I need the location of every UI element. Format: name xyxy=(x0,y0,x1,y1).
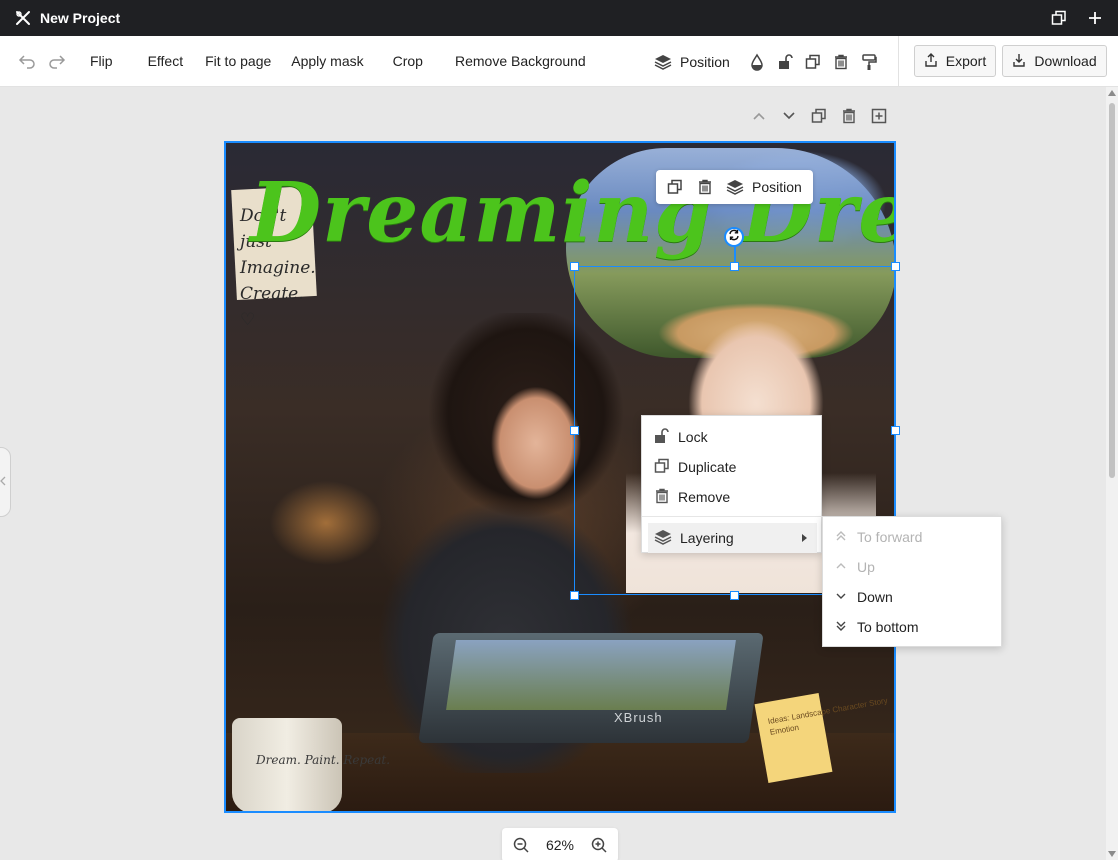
double-chevron-up-icon xyxy=(835,529,847,545)
resize-handle-right[interactable] xyxy=(891,426,900,435)
floating-toolbar: Position xyxy=(656,170,813,204)
format-painter-icon[interactable] xyxy=(860,53,878,71)
side-panel-toggle[interactable] xyxy=(0,447,11,517)
remove-background-button[interactable]: Remove Background xyxy=(455,53,586,69)
duplicate-window-icon[interactable] xyxy=(1050,9,1068,27)
scroll-down-arrow-icon[interactable] xyxy=(1108,851,1116,857)
export-button[interactable]: Export xyxy=(914,45,996,77)
toolbar-separator xyxy=(898,36,899,87)
zoom-out-icon[interactable] xyxy=(512,836,530,854)
add-page-icon[interactable] xyxy=(870,107,888,125)
resize-handle-bottom-left[interactable] xyxy=(570,591,579,600)
resize-handle-bottom[interactable] xyxy=(730,591,739,600)
opacity-icon[interactable] xyxy=(748,53,766,71)
zoom-in-icon[interactable] xyxy=(590,836,608,854)
title-bar: New Project xyxy=(0,0,1118,36)
layers-icon[interactable] xyxy=(654,53,672,71)
trash-icon[interactable] xyxy=(696,178,714,196)
download-label: Download xyxy=(1034,53,1097,69)
chevron-up-icon xyxy=(835,559,847,575)
undo-icon[interactable] xyxy=(18,52,36,70)
project-title: New Project xyxy=(40,10,121,26)
effect-button[interactable]: Effect xyxy=(148,53,184,69)
context-menu: Lock Duplicate Remove Layering xyxy=(641,415,823,553)
resize-handle-top-left[interactable] xyxy=(570,262,579,271)
export-icon xyxy=(924,52,938,70)
canvas-tools xyxy=(750,107,888,125)
menu-separator xyxy=(642,516,823,517)
tools-icon xyxy=(14,9,32,27)
duplicate-page-icon[interactable] xyxy=(810,107,828,125)
rotate-handle[interactable] xyxy=(724,227,744,247)
menu-item-layering[interactable]: Layering xyxy=(648,523,817,553)
download-icon xyxy=(1012,53,1026,70)
submenu-arrow-icon xyxy=(802,534,807,542)
layering-submenu: To forward Up Down To bottom xyxy=(822,516,1002,647)
vertical-scrollbar[interactable] xyxy=(1106,87,1118,860)
trash-icon xyxy=(654,488,670,507)
position-button[interactable]: Position xyxy=(752,179,802,195)
mug-text: Dream. Paint. Repeat. xyxy=(256,753,391,767)
submenu-item-label: To forward xyxy=(857,529,923,545)
menu-item-remove[interactable]: Remove xyxy=(642,482,823,512)
crop-button[interactable]: Crop xyxy=(393,53,423,69)
duplicate-icon xyxy=(654,458,670,477)
plus-icon[interactable] xyxy=(1086,9,1104,27)
menu-item-lock[interactable]: Lock xyxy=(642,422,823,452)
apply-mask-button[interactable]: Apply mask xyxy=(291,53,363,69)
position-button[interactable]: Position xyxy=(680,54,730,70)
layers-icon[interactable] xyxy=(726,178,744,196)
double-chevron-down-icon xyxy=(835,619,847,635)
trash-icon[interactable] xyxy=(832,53,850,71)
scroll-up-arrow-icon[interactable] xyxy=(1108,90,1116,96)
scrollbar-thumb[interactable] xyxy=(1109,103,1115,478)
layers-icon xyxy=(654,529,672,548)
lock-open-icon[interactable] xyxy=(776,53,794,71)
submenu-item-label: To bottom xyxy=(857,619,919,635)
submenu-item-to-bottom[interactable]: To bottom xyxy=(823,612,1003,642)
export-label: Export xyxy=(945,53,987,69)
flip-button[interactable]: Flip xyxy=(90,53,113,69)
duplicate-icon[interactable] xyxy=(666,178,684,196)
fit-to-page-button[interactable]: Fit to page xyxy=(205,53,271,69)
tablet-screen xyxy=(446,640,736,710)
rotate-icon xyxy=(728,228,740,246)
chevron-left-icon xyxy=(0,473,6,491)
menu-item-label: Remove xyxy=(678,489,731,505)
submenu-item-label: Down xyxy=(857,589,893,605)
tablet-brand-text: XBrush xyxy=(614,710,663,725)
duplicate-icon[interactable] xyxy=(804,53,822,71)
resize-handle-left[interactable] xyxy=(570,426,579,435)
submenu-item-label: Up xyxy=(857,559,875,575)
submenu-item-to-forward[interactable]: To forward xyxy=(823,522,1003,552)
redo-icon[interactable] xyxy=(48,52,66,70)
menu-item-label: Lock xyxy=(678,429,708,445)
submenu-item-down[interactable]: Down xyxy=(823,582,1003,612)
submenu-item-up[interactable]: Up xyxy=(823,552,1003,582)
menu-item-label: Layering xyxy=(680,530,734,546)
zoom-level: 62% xyxy=(545,837,575,853)
toolbar: Flip Effect Fit to page Apply mask Crop … xyxy=(0,36,1118,87)
chevron-down-icon xyxy=(835,589,847,605)
zoom-control: 62% xyxy=(502,828,618,860)
resize-handle-top[interactable] xyxy=(730,262,739,271)
download-button[interactable]: Download xyxy=(1002,45,1107,77)
menu-item-duplicate[interactable]: Duplicate xyxy=(642,452,823,482)
delete-page-icon[interactable] xyxy=(840,107,858,125)
chevron-down-icon[interactable] xyxy=(780,107,798,125)
menu-item-label: Duplicate xyxy=(678,459,737,475)
chevron-up-icon[interactable] xyxy=(750,107,768,125)
resize-handle-top-right[interactable] xyxy=(891,262,900,271)
lock-open-icon xyxy=(654,427,670,448)
